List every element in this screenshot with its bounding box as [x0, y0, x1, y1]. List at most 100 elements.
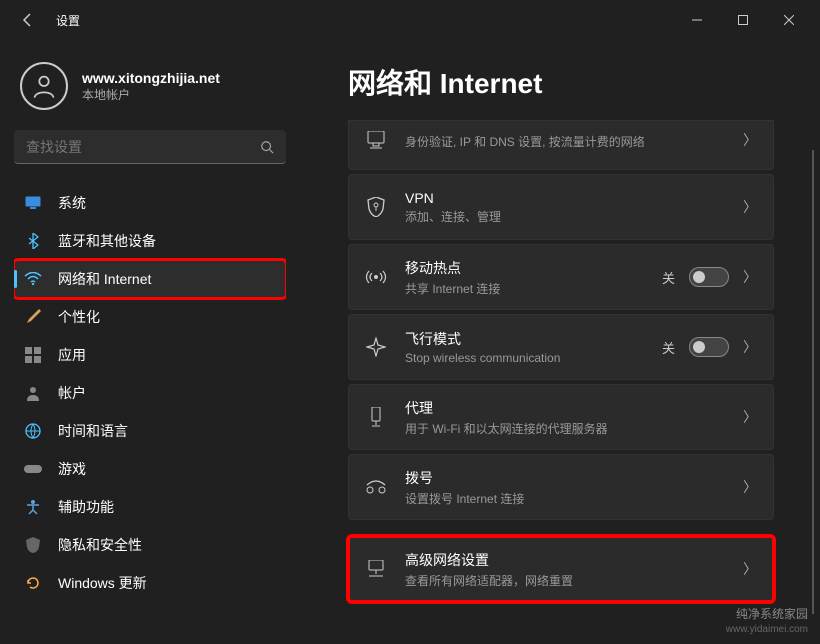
scrollbar[interactable]	[812, 150, 814, 614]
back-button[interactable]	[8, 0, 48, 40]
user-name: www.xitongzhijia.net	[82, 70, 220, 86]
card-text: 代理用于 Wi-Fi 和以太网连接的代理服务器	[405, 398, 725, 437]
nav-item-label: 系统	[58, 193, 86, 213]
nav-item-accessibility[interactable]: 辅助功能	[14, 488, 286, 526]
wifi-icon	[24, 270, 42, 288]
nav-item-label: 蓝牙和其他设备	[58, 231, 156, 251]
watermark-text-1: 纯净系统家园	[726, 607, 808, 623]
toggle-switch[interactable]	[689, 267, 729, 287]
card-ethernet[interactable]: 身份验证, IP 和 DNS 设置, 按流量计费的网络 〉	[348, 120, 774, 170]
card-subtitle: 共享 Internet 连接	[405, 280, 644, 297]
card-subtitle: 身份验证, IP 和 DNS 设置, 按流量计费的网络	[405, 133, 725, 150]
nav-item-shield[interactable]: 隐私和安全性	[14, 526, 286, 564]
person-icon	[24, 384, 42, 402]
card-dialup[interactable]: 拨号设置拨号 Internet 连接〉	[348, 454, 774, 520]
card-title: 代理	[405, 398, 725, 418]
nav-item-label: 游戏	[58, 459, 86, 479]
dialup-icon	[365, 476, 387, 498]
nav-item-update[interactable]: Windows 更新	[14, 564, 286, 602]
shield-icon	[24, 536, 42, 554]
card-adv-network[interactable]: 高级网络设置查看所有网络适配器，网络重置〉	[348, 536, 774, 602]
watermark-text-2: www.yidaimei.com	[726, 623, 808, 636]
proxy-icon	[365, 406, 387, 428]
nav-item-apps[interactable]: 应用	[14, 336, 286, 374]
avatar	[20, 62, 68, 110]
card-title: VPN	[405, 190, 725, 206]
card-title: 拨号	[405, 468, 725, 488]
user-account-block[interactable]: www.xitongzhijia.net 本地帐户	[14, 50, 286, 130]
toggle-switch[interactable]	[689, 337, 729, 357]
accessibility-icon	[24, 498, 42, 516]
monitor-icon	[24, 194, 42, 212]
ethernet-icon	[365, 129, 387, 151]
card-airplane[interactable]: 飞行模式Stop wireless communication 关〉	[348, 314, 774, 380]
game-icon	[24, 460, 42, 478]
bluetooth-icon	[24, 232, 42, 250]
nav-item-bluetooth[interactable]: 蓝牙和其他设备	[14, 222, 286, 260]
page-title: 网络和 Internet	[348, 62, 800, 102]
nav-item-label: 网络和 Internet	[58, 269, 151, 289]
card-text: VPN添加、连接、管理	[405, 190, 725, 225]
nav-item-globe-clock[interactable]: 时间和语言	[14, 412, 286, 450]
card-subtitle: Stop wireless communication	[405, 351, 644, 365]
card-trailing: 〉	[743, 477, 757, 497]
card-subtitle: 查看所有网络适配器，网络重置	[405, 572, 725, 589]
chevron-right-icon: 〉	[743, 197, 757, 217]
vpn-shield-icon	[365, 196, 387, 218]
nav-item-wifi[interactable]: 网络和 Internet	[14, 260, 286, 298]
nav-item-brush[interactable]: 个性化	[14, 298, 286, 336]
brush-icon	[24, 308, 42, 326]
nav-item-label: 应用	[58, 345, 86, 365]
nav-item-label: 个性化	[58, 307, 100, 327]
main-content: 网络和 Internet 身份验证, IP 和 DNS 设置, 按流量计费的网络…	[300, 40, 820, 644]
card-subtitle: 用于 Wi-Fi 和以太网连接的代理服务器	[405, 420, 725, 437]
nav-item-label: 帐户	[58, 383, 86, 403]
search-input[interactable]	[26, 139, 260, 155]
card-trailing: 〉	[743, 407, 757, 427]
adv-network-icon	[365, 558, 387, 580]
nav-item-monitor[interactable]: 系统	[14, 184, 286, 222]
card-hotspot[interactable]: 移动热点共享 Internet 连接关〉	[348, 244, 774, 310]
globe-clock-icon	[24, 422, 42, 440]
titlebar: 设置	[0, 0, 820, 40]
card-title: 移动热点	[405, 258, 644, 278]
search-box[interactable]	[14, 130, 286, 164]
card-proxy[interactable]: 代理用于 Wi-Fi 和以太网连接的代理服务器〉	[348, 384, 774, 450]
chevron-right-icon: 〉	[743, 267, 757, 287]
card-text: 身份验证, IP 和 DNS 设置, 按流量计费的网络	[405, 131, 725, 150]
card-text: 飞行模式Stop wireless communication	[405, 329, 644, 365]
card-trailing: 关〉	[662, 267, 757, 287]
card-trailing: 〉	[743, 559, 757, 579]
card-text: 拨号设置拨号 Internet 连接	[405, 468, 725, 507]
chevron-right-icon: 〉	[743, 130, 757, 150]
apps-icon	[24, 346, 42, 364]
nav-list: 系统蓝牙和其他设备网络和 Internet 个性化应用帐户时间和语言游戏辅助功能隐…	[14, 184, 286, 644]
card-trailing: 〉	[743, 130, 757, 150]
card-trailing: 关〉	[662, 337, 757, 357]
close-button[interactable]	[766, 0, 812, 40]
card-trailing: 〉	[743, 197, 757, 217]
update-icon	[24, 574, 42, 592]
window-controls	[674, 0, 812, 40]
nav-item-game[interactable]: 游戏	[14, 450, 286, 488]
settings-card-list: 身份验证, IP 和 DNS 设置, 按流量计费的网络〉VPN添加、连接、管理〉…	[348, 120, 800, 602]
chevron-right-icon: 〉	[743, 407, 757, 427]
airplane-icon	[365, 336, 387, 358]
window-title: 设置	[56, 12, 80, 29]
card-text: 高级网络设置查看所有网络适配器，网络重置	[405, 550, 725, 589]
user-account-type: 本地帐户	[82, 86, 220, 103]
hotspot-icon	[365, 266, 387, 288]
card-title: 高级网络设置	[405, 550, 725, 570]
chevron-right-icon: 〉	[743, 559, 757, 579]
toggle-state-label: 关	[662, 268, 675, 287]
minimize-button[interactable]	[674, 0, 720, 40]
maximize-button[interactable]	[720, 0, 766, 40]
nav-item-person[interactable]: 帐户	[14, 374, 286, 412]
card-subtitle: 设置拨号 Internet 连接	[405, 490, 725, 507]
toggle-state-label: 关	[662, 338, 675, 357]
chevron-right-icon: 〉	[743, 477, 757, 497]
nav-item-label: 隐私和安全性	[58, 535, 142, 555]
card-text: 移动热点共享 Internet 连接	[405, 258, 644, 297]
watermark: 纯净系统家园 www.yidaimei.com	[726, 607, 808, 636]
card-vpn-shield[interactable]: VPN添加、连接、管理〉	[348, 174, 774, 240]
